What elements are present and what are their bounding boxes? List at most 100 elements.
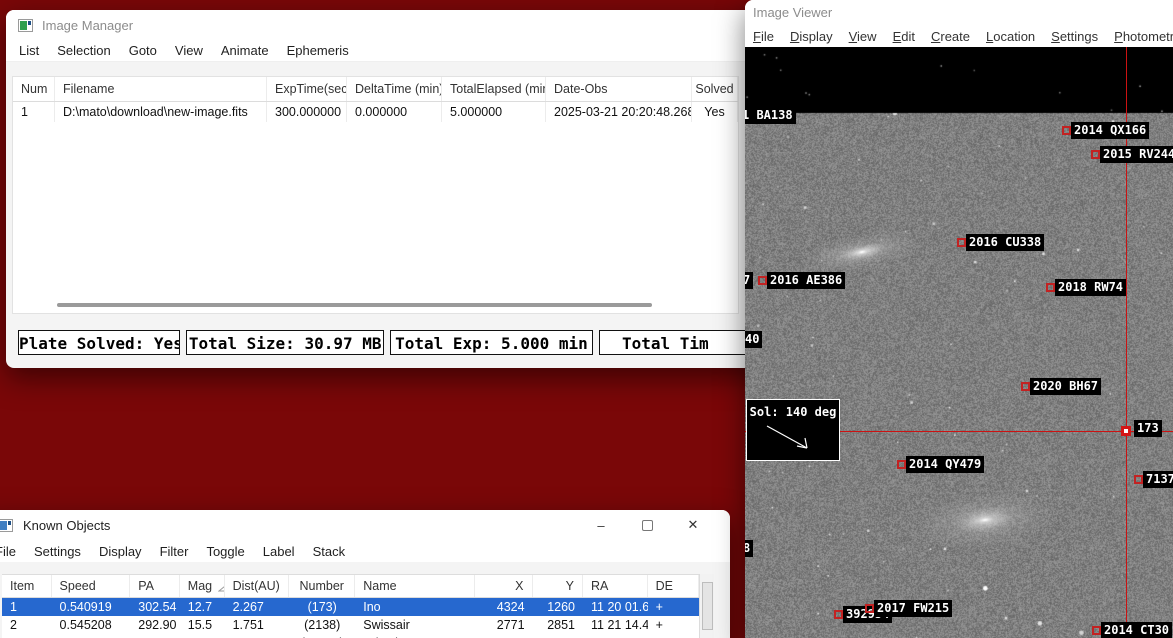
object-label-8: 8 [745, 540, 753, 557]
column-header-label: Mag [188, 579, 212, 593]
column-header-exptime-sec-[interactable]: ExpTime(sec) [267, 77, 347, 101]
column-header-totalelapsed-min-[interactable]: TotalElapsed (min) [442, 77, 546, 101]
object-marker-icon [1046, 283, 1055, 292]
column-header-pa[interactable]: PA [130, 575, 180, 597]
image-manager-titlebar[interactable]: Image Manager [6, 10, 776, 40]
known-objects-menu-toggle[interactable]: Toggle [197, 544, 253, 559]
image-manager-menu-goto[interactable]: Goto [120, 43, 166, 58]
known-objects-menu-display[interactable]: Display [90, 544, 151, 559]
table-cell: 5.432 [225, 634, 290, 638]
table-cell: 4832 [533, 634, 583, 638]
column-header-de[interactable]: DE [648, 575, 699, 597]
object-label-40: 40 [745, 331, 762, 348]
image-manager-icon [18, 19, 33, 32]
known-objects-menu-filter[interactable]: Filter [151, 544, 198, 559]
column-header-label: Y [566, 579, 574, 593]
image-manager-menu-list[interactable]: List [10, 43, 48, 58]
image-viewer-menu-create[interactable]: Create [923, 29, 978, 44]
table-cell: Kristel [355, 634, 475, 638]
image-viewer-menu-file[interactable]: File [745, 29, 782, 44]
object-label-7: 7 [745, 272, 753, 289]
object-label-2020-bh67: 2020 BH67 [1030, 378, 1101, 395]
known-objects-menu-label[interactable]: Label [254, 544, 304, 559]
known-objects-window: Known Objects – ✕ FileSettingsDisplayFil… [0, 510, 730, 638]
status-box-1: Total Size: 30.97 MB [186, 330, 383, 355]
column-header-x[interactable]: X [475, 575, 532, 597]
object-label-1-ba138: 1 BA138 [745, 107, 796, 124]
table-cell: + [648, 616, 699, 634]
table-row[interactable]: 1D:\mato\download\new-image.fits300.0000… [13, 102, 738, 122]
table-cell: 1.751 [225, 616, 290, 634]
column-header-deltatime-min-[interactable]: DeltaTime (min) [347, 77, 442, 101]
table-cell: 5.000000 [442, 102, 546, 122]
horizontal-scrollbar-thumb[interactable] [57, 303, 652, 307]
minimize-button[interactable]: – [578, 510, 624, 540]
known-objects-menu-settings[interactable]: Settings [25, 544, 90, 559]
sky-image-area[interactable]: 1 BA1382014 QX1662015 RV2442016 CU338720… [745, 47, 1173, 638]
image-manager-menu-ephemeris[interactable]: Ephemeris [278, 43, 358, 58]
known-objects-menubar: FileSettingsDisplayFilterToggleLabelStac… [0, 540, 730, 562]
image-viewer-menu-photometry[interactable]: Photometry [1106, 29, 1173, 44]
image-list-horizontal-scrollbar[interactable] [15, 303, 736, 309]
image-viewer-titlebar[interactable]: Image Viewer [745, 0, 1173, 25]
column-header-solved[interactable]: Solved [692, 77, 738, 101]
image-manager-window: Image Manager ListSelectionGotoViewAnima… [6, 10, 776, 368]
column-header-y[interactable]: Y [533, 575, 583, 597]
column-header-label: ExpTime(sec) [275, 82, 347, 96]
image-viewer-menu-edit[interactable]: Edit [885, 29, 923, 44]
table-cell: 1 [2, 598, 52, 616]
known-objects-menu-stack[interactable]: Stack [304, 544, 355, 559]
column-header-date-obs[interactable]: Date-Obs [546, 77, 692, 101]
table-cell: 0.495225 [52, 634, 131, 638]
image-manager-menu-selection[interactable]: Selection [48, 43, 119, 58]
table-cell: 0.545208 [52, 616, 131, 634]
table-cell: 1260 [533, 598, 583, 616]
table-cell: 0.000000 [347, 102, 442, 122]
column-header-num[interactable]: Num [13, 77, 55, 101]
object-marker-icon [1092, 626, 1101, 635]
known-objects-vertical-scrollbar[interactable] [699, 574, 714, 638]
column-header-ra[interactable]: RA [583, 575, 648, 597]
column-header-label: Item [10, 579, 34, 593]
desktop: Image Manager ListSelectionGotoViewAnima… [0, 0, 1173, 638]
maximize-button[interactable] [624, 510, 670, 540]
image-manager-menubar: ListSelectionGotoViewAnimateEphemeris [6, 40, 776, 62]
image-viewer-menu-location[interactable]: Location [978, 29, 1043, 44]
object-marker-icon [1062, 126, 1071, 135]
table-cell: 11 20 01.68 [583, 598, 648, 616]
close-button[interactable]: ✕ [670, 510, 716, 540]
column-header-speed[interactable]: Speed [52, 575, 131, 597]
object-label-2016-ae386: 2016 AE386 [767, 272, 845, 289]
known-objects-menu-file[interactable]: File [0, 544, 25, 559]
column-header-filename[interactable]: Filename [55, 77, 267, 101]
table-cell: 17.2 [180, 634, 225, 638]
known-objects-titlebar[interactable]: Known Objects – ✕ [0, 510, 730, 540]
table-row[interactable]: 10.540919302.5412.72.267(173)Ino43241260… [2, 598, 699, 616]
image-viewer-menu-display[interactable]: Display [782, 29, 841, 44]
table-cell: Ino [355, 598, 475, 616]
image-viewer-menu-settings[interactable]: Settings [1043, 29, 1106, 44]
column-header-label: Solved [695, 82, 733, 96]
table-row[interactable]: 30.495225294.5517.25.432(16823)Kristel25… [2, 634, 699, 638]
status-bar: Plate Solved: YesTotal Size: 30.97 MBTot… [6, 330, 776, 355]
column-header-label: X [515, 579, 523, 593]
image-manager-menu-view[interactable]: View [166, 43, 212, 58]
column-header-number[interactable]: Number [289, 575, 355, 597]
image-viewer-menu-view[interactable]: View [841, 29, 885, 44]
image-viewer-menubar: FileDisplayViewEditCreateLocationSetting… [745, 25, 1173, 47]
crosshair-center-marker [1121, 426, 1131, 436]
column-header-label: DE [656, 579, 673, 593]
column-header-dist-au-[interactable]: Dist(AU) [225, 575, 290, 597]
sun-direction-arrow-icon [763, 422, 827, 456]
table-cell: (16823) [289, 634, 355, 638]
vertical-scrollbar-thumb[interactable] [702, 582, 713, 630]
image-manager-menu-animate[interactable]: Animate [212, 43, 278, 58]
column-header-name[interactable]: Name [355, 575, 475, 597]
image-viewer-window: Image Viewer FileDisplayViewEditCreateLo… [745, 0, 1173, 638]
table-row[interactable]: 20.545208292.9015.51.751(2138)Swissair27… [2, 616, 699, 634]
column-header-label: Num [21, 82, 47, 96]
object-label-2014-ct30: 2014 CT30 [1101, 622, 1172, 638]
column-header-item[interactable]: Item [2, 575, 52, 597]
column-header-mag[interactable]: Mag [180, 575, 225, 597]
column-header-label: Date-Obs [554, 82, 608, 96]
